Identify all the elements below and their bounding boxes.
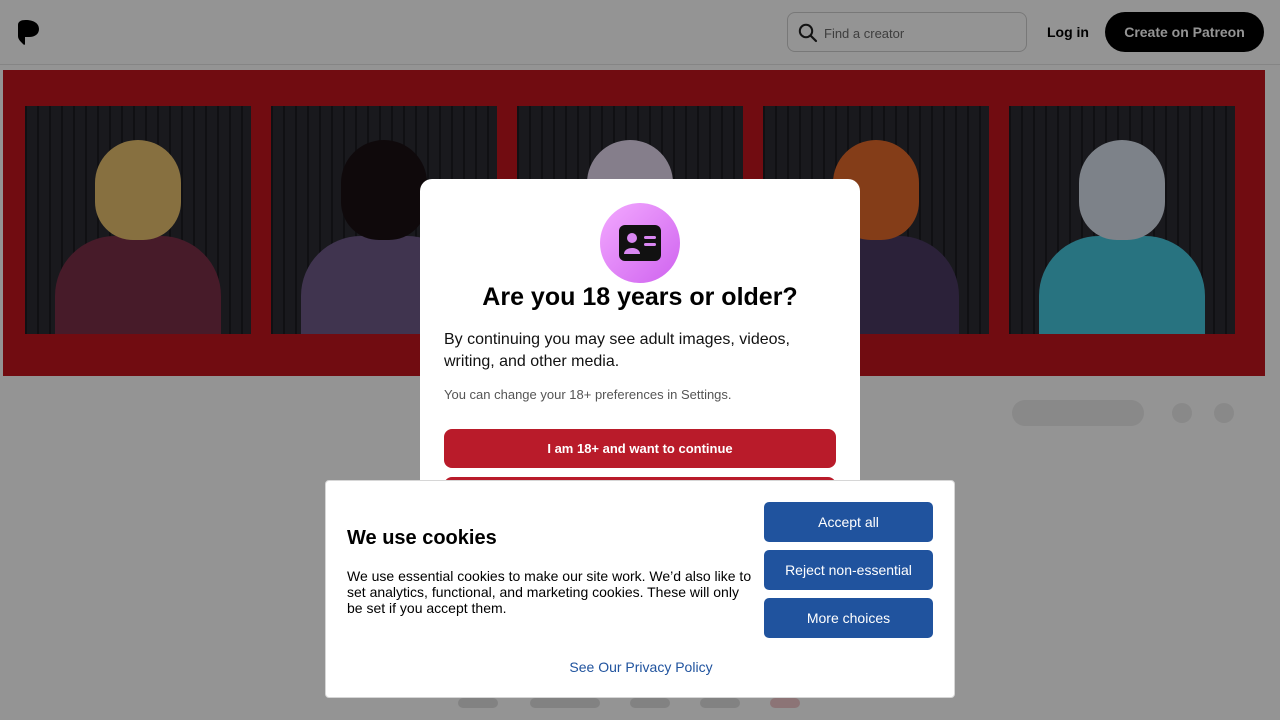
accept-all-button[interactable]: Accept all — [764, 502, 933, 542]
more-choices-button[interactable]: More choices — [764, 598, 933, 638]
age-dialog-description: By continuing you may see adult images, … — [444, 331, 790, 370]
reject-non-essential-button[interactable]: Reject non-essential — [764, 550, 933, 590]
id-card-icon — [600, 203, 680, 283]
age-dialog-title: Are you 18 years or older? — [482, 283, 798, 311]
cookie-description: We use essential cookies to make our sit… — [347, 568, 752, 616]
cookie-consent-banner: We use cookies We use essential cookies … — [325, 480, 955, 698]
age-continue-button[interactable]: I am 18+ and want to continue — [444, 429, 836, 468]
cookie-title: We use cookies — [347, 527, 497, 549]
privacy-policy-link[interactable]: See Our Privacy Policy — [326, 659, 956, 675]
age-verification-dialog: Are you 18 years or older? By continuing… — [420, 179, 860, 516]
age-dialog-settings-note: You can change your 18+ preferences in S… — [444, 387, 732, 402]
